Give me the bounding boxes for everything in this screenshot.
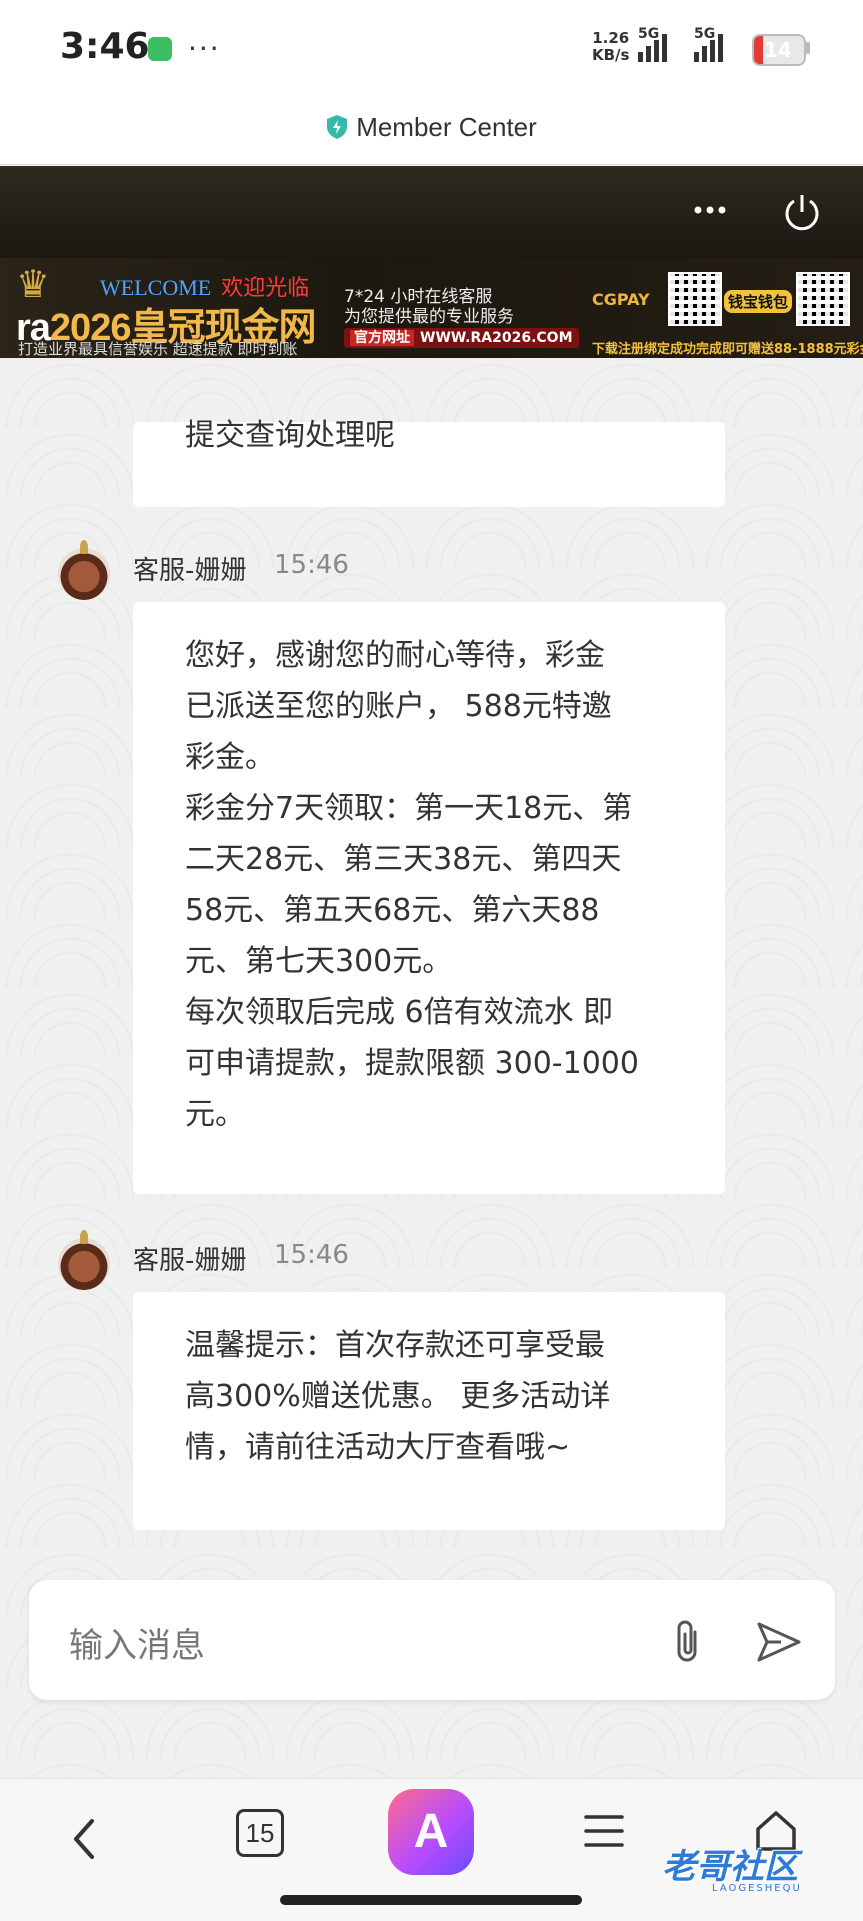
home-indicator[interactable] [280, 1895, 582, 1905]
site-tag: 官方网址 [350, 330, 414, 346]
shield-icon [327, 115, 348, 139]
sender-name: 客服-姗姗 [133, 1246, 247, 1276]
ai-icon[interactable]: A [388, 1789, 474, 1875]
network-type-2: 5G [694, 26, 716, 42]
page-title: Member Center [356, 112, 537, 142]
promo-banner[interactable]: ♛ WELCOME 欢迎光临 ra2026皇冠现金网 打造业界最具信誉娱乐 超速提… [0, 258, 863, 358]
battery-tip [806, 42, 810, 54]
web-toolbar [0, 166, 863, 258]
banner-service-line2: 为您提供最的专业服务 [344, 307, 514, 327]
message-input[interactable]: 输入消息 [69, 1618, 205, 1667]
attach-icon[interactable] [665, 1618, 709, 1668]
battery-icon: 14 [752, 34, 806, 66]
more-icon[interactable] [690, 190, 730, 230]
speed-value: 1.26 [592, 29, 630, 47]
send-icon[interactable] [755, 1620, 803, 1664]
message-composer[interactable]: 输入消息 [29, 1580, 835, 1700]
status-bar: 3:46 ··· 1.26 KB/s 5G 5G 14 [0, 0, 863, 98]
network-type-1: 5G [638, 26, 660, 42]
tabs-icon[interactable]: 15 [236, 1809, 284, 1857]
avatar-icon[interactable] [58, 540, 110, 600]
watermark-logo: 老哥社区 [662, 1847, 798, 1887]
title-bar: Member Center [0, 98, 863, 165]
back-icon[interactable] [64, 1809, 104, 1869]
speed-unit: KB/s [592, 46, 630, 64]
message-bubble: 提交查询处理呢 [133, 418, 725, 507]
banner-footer: 下载注册绑定成功完成即可赠送88-1888元彩金 [592, 342, 863, 357]
message-bubble: 温馨提示：首次存款还可享受最 高300%赠送优惠。 更多活动详 情，请前往活动大… [133, 1292, 725, 1530]
chat-area[interactable]: 提交查询处理呢 客服-姗姗 15:46 您好，感谢您的耐心等待，彩金 已派送至您… [0, 358, 863, 1778]
network-speed: 1.26 KB/s [592, 30, 629, 64]
page-title-wrap: Member Center [0, 112, 863, 143]
sender-name: 客服-姗姗 [133, 556, 247, 586]
wallet-label: 钱宝钱包 [724, 290, 793, 313]
banner-slogan: 打造业界最具信誉娱乐 超速提款 即时到账 [18, 340, 298, 358]
banner-site: 官方网址 WWW.RA2026.COM [344, 328, 579, 348]
site-url: WWW.RA2026.COM [420, 330, 573, 346]
status-time: 3:46 [60, 26, 150, 67]
qr-code-icon [796, 272, 850, 326]
menu-icon[interactable] [582, 1811, 626, 1851]
watermark-sub: LAOGESHEQU [712, 1883, 802, 1894]
signal-icon: 5G [694, 26, 723, 62]
status-more-indicator: ··· [188, 32, 221, 65]
message-time: 15:46 [274, 1240, 349, 1270]
message-time: 15:46 [274, 550, 349, 580]
battery-level: 14 [764, 38, 792, 62]
message-text: 您好，感谢您的耐心等待，彩金 已派送至您的账户， 588元特邀 彩金。 彩金分7… [185, 638, 639, 1132]
chat-app-icon [148, 37, 172, 61]
qr-code-icon [668, 272, 722, 326]
bottom-navigation: 15 A 老哥社区 LAOGESHEQU [0, 1778, 863, 1921]
power-icon[interactable] [780, 190, 824, 234]
message-text: 提交查询处理呢 [185, 418, 395, 453]
cgpay-label: CGPAY [592, 290, 650, 309]
message-bubble: 您好，感谢您的耐心等待，彩金 已派送至您的账户， 588元特邀 彩金。 彩金分7… [133, 602, 725, 1194]
message-text: 温馨提示：首次存款还可享受最 高300%赠送优惠。 更多活动详 情，请前往活动大… [185, 1328, 611, 1465]
signal-icon: 5G [638, 26, 667, 62]
avatar-icon[interactable] [58, 1230, 110, 1290]
